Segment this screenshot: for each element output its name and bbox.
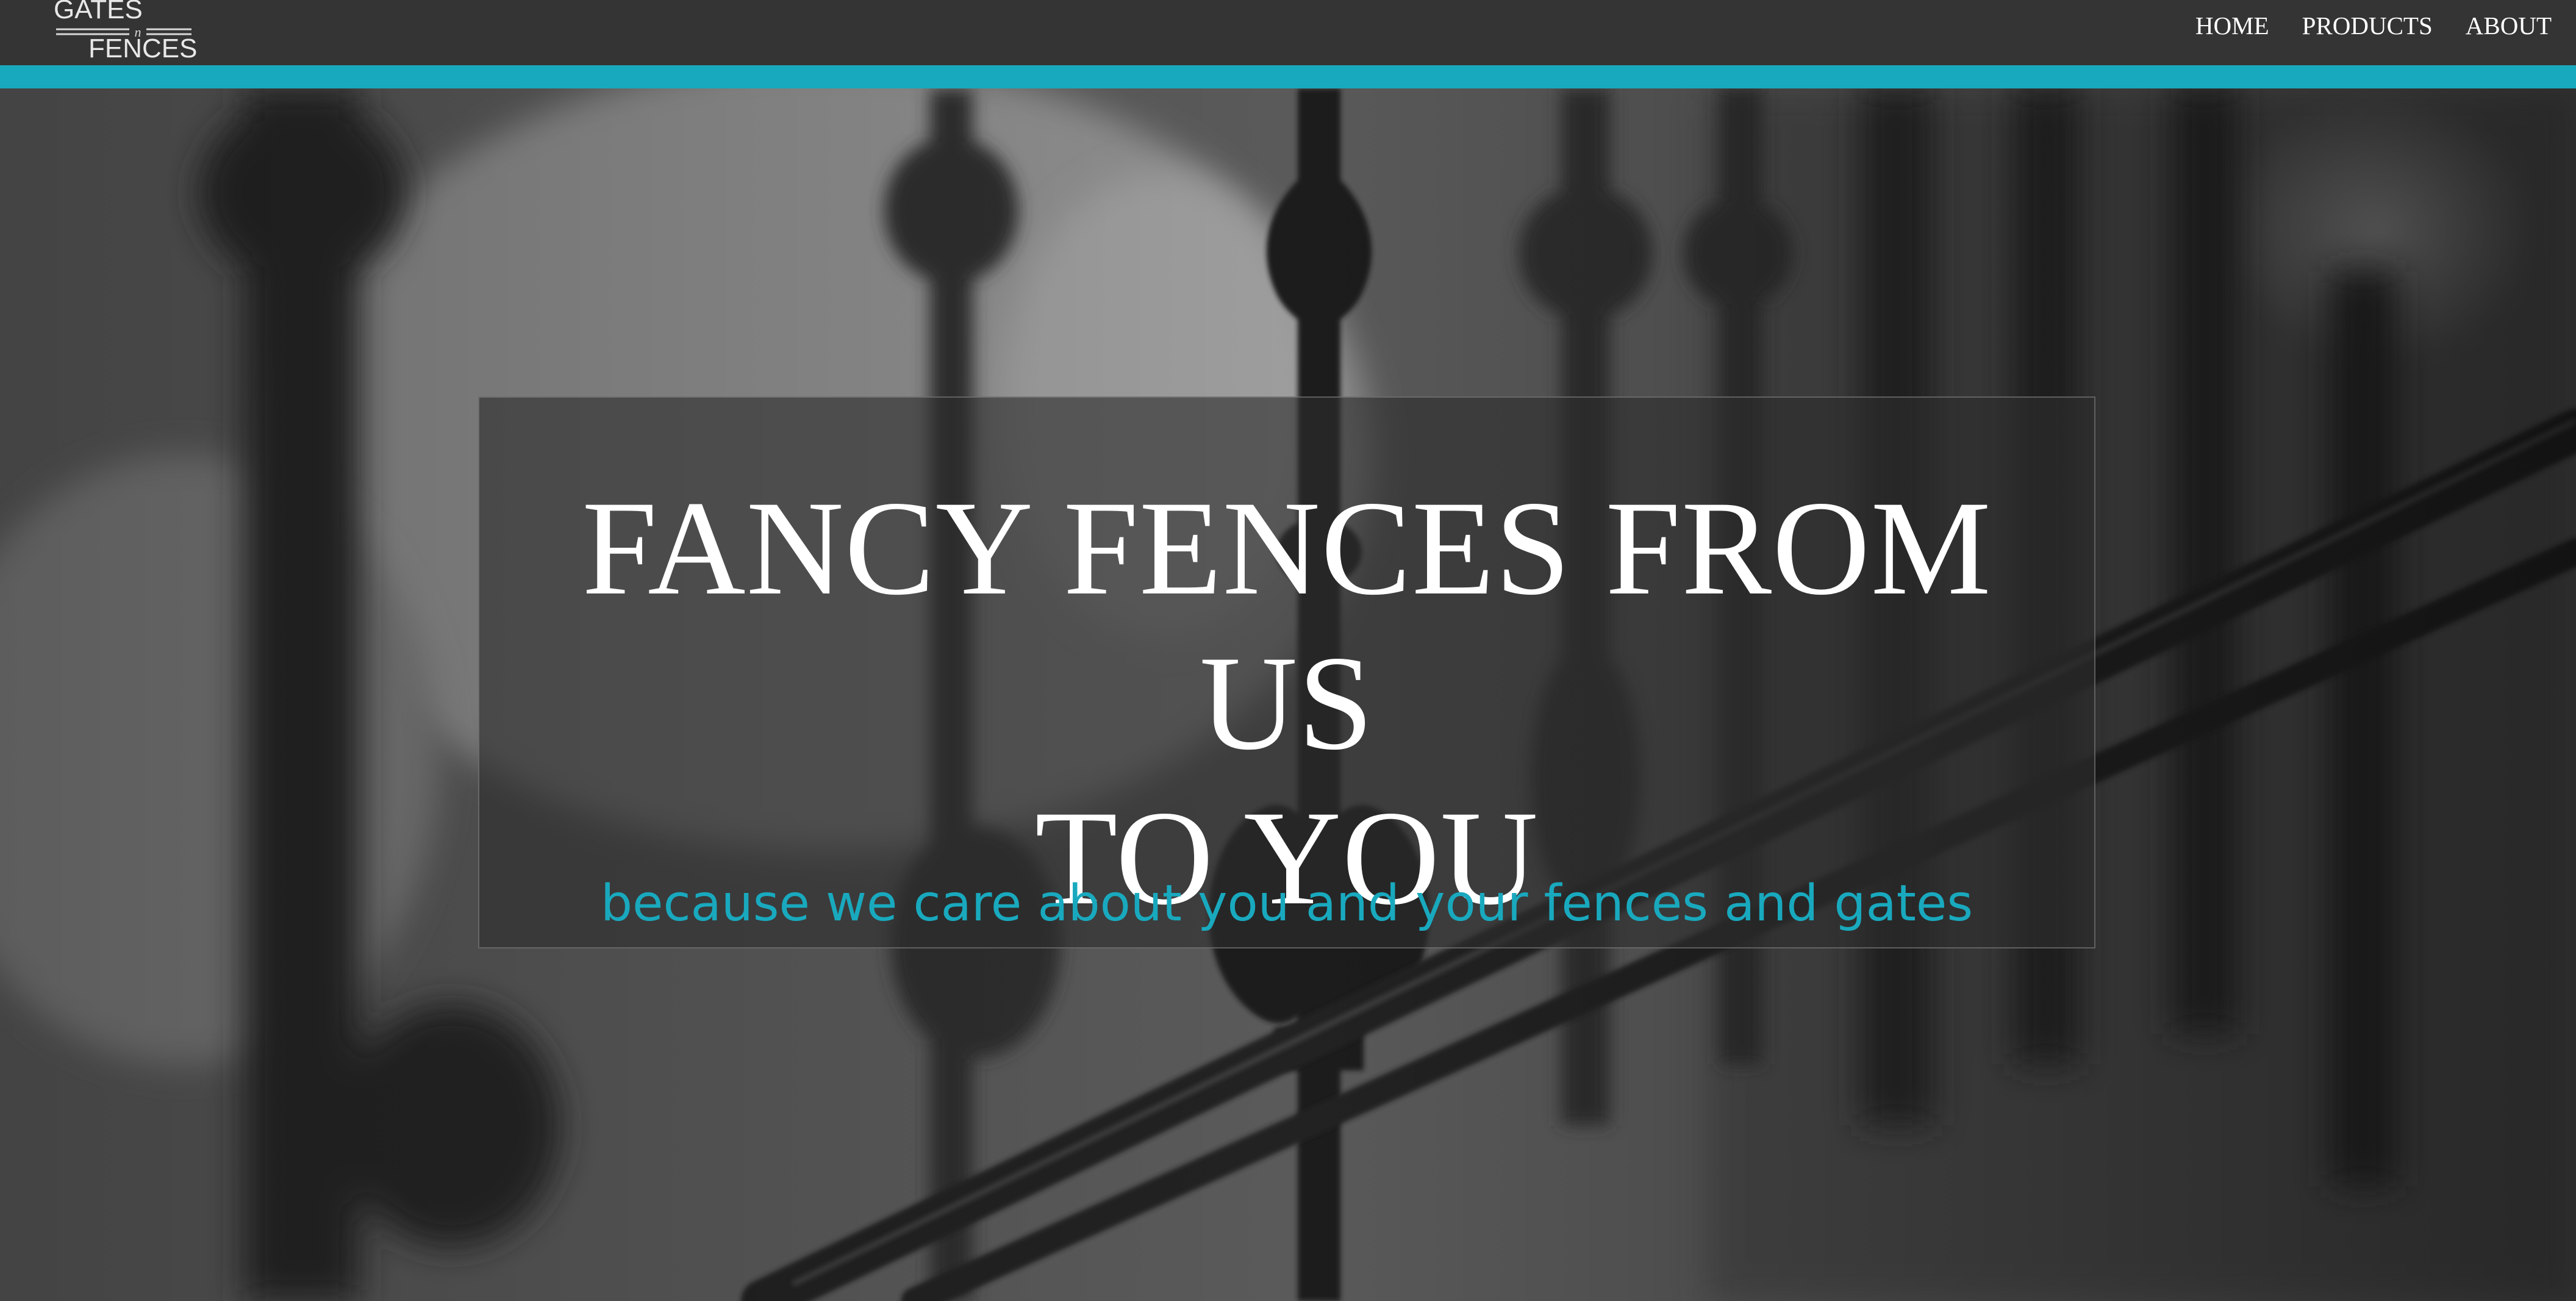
nav-about-link[interactable]: ABOUT	[2466, 11, 2552, 40]
hero-subtitle: because we care about you and your fence…	[600, 875, 1973, 933]
hero-section: FANCY FENCES FROM US TO YOU because we ca…	[0, 88, 2576, 1301]
nav-home-link[interactable]: HOME	[2195, 11, 2269, 40]
main-nav: HOME PRODUCTS ABOUT	[2163, 11, 2552, 40]
accent-stripe	[0, 65, 2576, 88]
nav-products-link[interactable]: PRODUCTS	[2302, 11, 2433, 40]
hero-caption-box: FANCY FENCES FROM US TO YOU because we ca…	[478, 396, 2095, 948]
hero-title-line-1: FANCY FENCES FROM US	[582, 473, 1992, 778]
logo-line-fences: FENCES	[88, 34, 198, 63]
logo[interactable]: GATES n FENCES	[50, 0, 197, 64]
page: GATES n FENCES HOME PRODUCTS ABOUT FANCY…	[0, 0, 2576, 1301]
hero-title: FANCY FENCES FROM US TO YOU	[479, 471, 2094, 936]
logo-line-gates: GATES	[54, 0, 143, 24]
navbar: GATES n FENCES HOME PRODUCTS ABOUT	[0, 0, 2576, 65]
